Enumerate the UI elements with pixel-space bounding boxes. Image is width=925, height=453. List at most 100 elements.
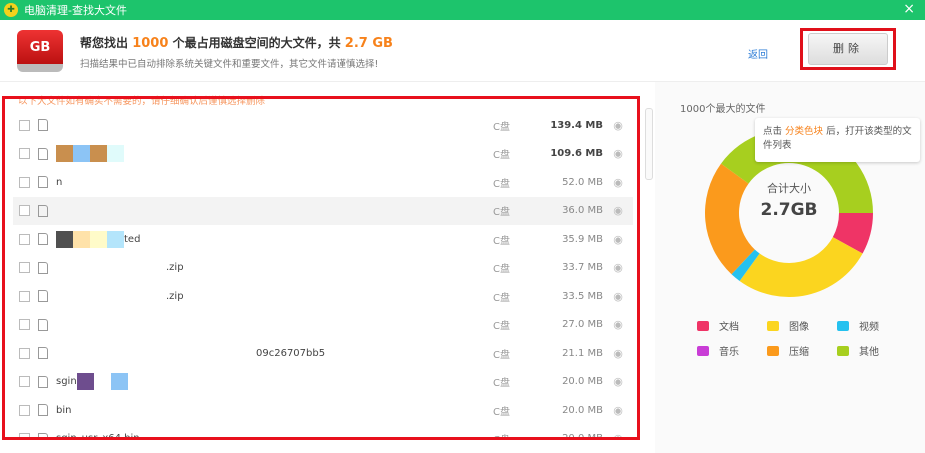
redaction-block bbox=[107, 230, 124, 248]
drive: C盘 bbox=[493, 378, 510, 389]
file-size: 21.1 MB bbox=[562, 347, 603, 359]
preview-eye-icon[interactable]: ◉ bbox=[603, 204, 633, 217]
legend-item[interactable]: 音乐 bbox=[697, 343, 767, 358]
scrollbar[interactable] bbox=[645, 108, 653, 180]
legend-item[interactable]: 视频 bbox=[837, 318, 907, 333]
file-icon bbox=[38, 290, 48, 302]
file-row[interactable]: C盘 36.0 MB ◉ bbox=[13, 196, 633, 225]
file-icon bbox=[38, 119, 48, 131]
drive: C盘 bbox=[493, 431, 533, 437]
redaction-block bbox=[110, 373, 128, 390]
close-button[interactable]: × bbox=[903, 1, 915, 17]
row-checkbox[interactable] bbox=[19, 148, 30, 159]
file-row[interactable]: C盘 27.0 MB ◉ bbox=[13, 311, 633, 339]
panel-title: 1000个最大的文件 bbox=[680, 104, 766, 115]
preview-eye-icon[interactable]: ◉ bbox=[603, 432, 633, 437]
drive: C盘 bbox=[493, 264, 510, 275]
row-checkbox[interactable] bbox=[19, 376, 30, 387]
file-size: 36.0 MB bbox=[562, 205, 603, 216]
file-row[interactable]: .zip C盘 33.5 MB ◉ bbox=[13, 282, 633, 310]
preview-eye-icon[interactable]: ◉ bbox=[603, 176, 633, 189]
window-title: 电脑清理-查找大文件 bbox=[24, 4, 127, 17]
redaction-block bbox=[73, 145, 90, 162]
file-row[interactable]: C盘 139.4 MB ◉ bbox=[13, 111, 633, 139]
legend: 文档 图像 视频音乐 压缩 其他 bbox=[697, 318, 907, 358]
drive: C盘 bbox=[493, 406, 510, 418]
preview-eye-icon[interactable]: ◉ bbox=[603, 147, 633, 160]
file-row[interactable]: sgin C盘 20.0 MB ◉ bbox=[13, 368, 633, 396]
redaction-block bbox=[93, 373, 111, 390]
file-icon bbox=[38, 375, 48, 388]
file-icon bbox=[38, 432, 48, 437]
legend-item[interactable]: 压缩 bbox=[767, 343, 837, 358]
row-checkbox[interactable] bbox=[19, 205, 30, 216]
delete-button-highlight: 删除 bbox=[800, 28, 896, 70]
donut-segment-1[interactable] bbox=[739, 237, 863, 297]
file-size: 52.0 MB bbox=[562, 176, 603, 188]
row-checkbox[interactable] bbox=[19, 347, 30, 359]
file-icon bbox=[38, 204, 48, 217]
row-checkbox[interactable] bbox=[19, 119, 30, 131]
row-checkbox[interactable] bbox=[19, 319, 30, 330]
file-size: 33.5 MB bbox=[562, 290, 603, 302]
row-checkbox[interactable] bbox=[19, 433, 30, 437]
row-checkbox[interactable] bbox=[19, 262, 30, 273]
row-checkbox[interactable] bbox=[19, 290, 30, 302]
drive: C盘 bbox=[493, 121, 510, 133]
file-name: sgin bbox=[56, 373, 493, 390]
drive: C盘 bbox=[493, 321, 510, 332]
drive: C盘 bbox=[493, 349, 510, 361]
preview-eye-icon[interactable]: ◉ bbox=[603, 404, 633, 417]
summary-note: 扫描结果中已自动排除系统关键文件和重要文件，其它文件请谨慎选择! bbox=[80, 59, 379, 70]
back-link[interactable]: 返回 bbox=[748, 46, 768, 61]
row-checkbox[interactable] bbox=[19, 233, 30, 245]
legend-item[interactable]: 其他 bbox=[837, 343, 907, 358]
preview-eye-icon[interactable]: ◉ bbox=[603, 318, 633, 331]
preview-eye-icon[interactable]: ◉ bbox=[603, 347, 633, 360]
legend-item[interactable]: 图像 bbox=[767, 318, 837, 333]
file-name: sgin_usr_x64.bin bbox=[56, 433, 140, 440]
row-checkbox[interactable] bbox=[19, 404, 30, 416]
file-name: ted bbox=[56, 230, 493, 248]
file-icon bbox=[38, 233, 48, 245]
legend-swatch bbox=[837, 320, 849, 331]
preview-eye-icon[interactable]: ◉ bbox=[603, 261, 633, 274]
app-logo-icon: ✚ bbox=[4, 3, 18, 17]
file-row[interactable]: n C盘 52.0 MB ◉ bbox=[13, 168, 633, 196]
file-icon bbox=[38, 261, 48, 274]
file-row[interactable]: C盘 109.6 MB ◉ bbox=[13, 140, 633, 168]
donut-center: 合计大小 2.7GB bbox=[760, 182, 818, 220]
file-icon bbox=[38, 176, 48, 188]
row-checkbox[interactable] bbox=[19, 176, 30, 188]
file-size: 33.7 MB bbox=[562, 262, 603, 273]
preview-eye-icon[interactable]: ◉ bbox=[603, 290, 633, 303]
preview-eye-icon[interactable]: ◉ bbox=[603, 233, 633, 246]
file-size: 109.6 MB bbox=[550, 148, 603, 159]
file-row[interactable]: 09c26707bb5 C盘 21.1 MB ◉ bbox=[13, 339, 633, 367]
drive: C盘 bbox=[493, 150, 510, 161]
legend-swatch bbox=[697, 345, 709, 356]
redaction-block bbox=[90, 230, 107, 248]
summary-line: 帮您找出 1000 个最占用磁盘空间的大文件，共 2.7 GB bbox=[80, 36, 393, 51]
file-size: 27.0 MB bbox=[562, 319, 603, 330]
gb-icon: GB bbox=[17, 30, 63, 72]
file-name: bin bbox=[56, 404, 72, 416]
redaction-block bbox=[107, 145, 124, 162]
legend-swatch bbox=[837, 345, 849, 356]
file-row[interactable]: sgin_usr_x64.bin C盘 20.0 MB ◉ bbox=[13, 425, 633, 440]
file-size: 139.4 MB bbox=[550, 119, 603, 131]
legend-item[interactable]: 文档 bbox=[697, 318, 767, 333]
file-row[interactable]: .zip C盘 33.7 MB ◉ bbox=[13, 254, 633, 282]
legend-swatch bbox=[697, 320, 709, 331]
preview-eye-icon[interactable]: ◉ bbox=[603, 119, 633, 132]
delete-button[interactable]: 删除 bbox=[808, 33, 888, 65]
file-name: .zip bbox=[166, 290, 184, 302]
total-size: 2.7 GB bbox=[344, 36, 393, 51]
file-row[interactable]: ted C盘 35.9 MB ◉ bbox=[13, 225, 633, 253]
file-row[interactable]: bin C盘 20.0 MB ◉ bbox=[13, 396, 633, 424]
header: GB 帮您找出 1000 个最占用磁盘空间的大文件，共 2.7 GB 扫描结果中… bbox=[0, 20, 925, 82]
file-name: 09c26707bb5 bbox=[256, 347, 326, 359]
preview-eye-icon[interactable]: ◉ bbox=[603, 375, 633, 388]
drive: C盘 bbox=[493, 178, 510, 190]
drive: C盘 bbox=[493, 235, 510, 247]
